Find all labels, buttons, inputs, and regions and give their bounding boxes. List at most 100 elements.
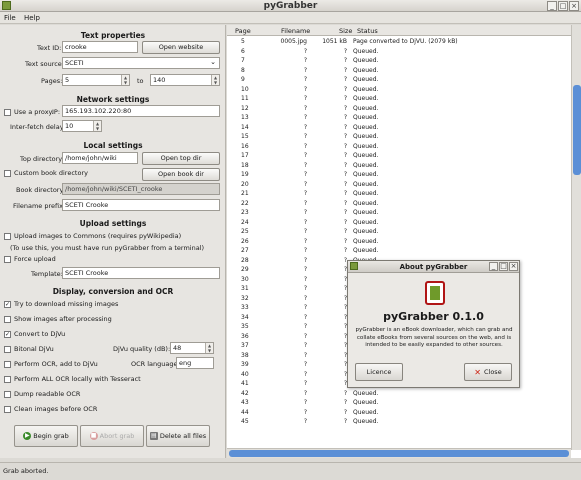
cell-page: 39 [241,361,249,368]
licence-button[interactable]: Licence [355,363,403,381]
cell-filename: ? [303,171,307,178]
cell-filename: ? [303,47,307,55]
proxy-ip-input[interactable]: 165.193.102.220:80 [62,105,220,117]
table-row[interactable]: 5 0005.jpg 1051 kB Page converted to DjVU. … [227,37,571,47]
custom-book-dir-checkbox[interactable] [4,170,11,177]
status-bar: Grab aborted. [0,462,581,480]
cell-page: 34 [241,313,249,321]
table-row[interactable]: 8?? Queued. [227,66,571,76]
cell-filename: ? [303,142,307,150]
ocr-locally-checkbox[interactable] [4,376,11,383]
upload-commons-checkbox[interactable] [4,233,11,240]
horizontal-scroll-thumb[interactable] [229,450,569,457]
clean-images-checkbox[interactable] [4,406,11,413]
force-upload-checkbox[interactable] [4,256,11,263]
cell-filename: ? [303,76,307,83]
table-row[interactable]: 18?? Queued. [227,161,571,171]
ocr-language-input[interactable]: eng [176,357,214,369]
cell-filename: 0005.jpg [280,38,307,45]
table-row[interactable]: 12?? Queued. [227,104,571,114]
close-about-button[interactable]: ✕ Close [464,363,512,381]
bitonal-djvu-label: Bitonal DjVu [14,345,54,353]
top-directory-input[interactable]: /home/john/wiki [62,152,138,164]
vertical-scroll-thumb[interactable] [573,85,581,175]
table-row[interactable]: 7?? Queued. [227,56,571,66]
table-row[interactable]: 27?? Queued. [227,246,571,256]
try-download-checkbox[interactable]: ✓ [4,301,11,308]
col-status-header[interactable]: Status [357,27,378,35]
table-row[interactable]: 14?? Queued. [227,123,571,133]
table-row[interactable]: 42?? Queued. [227,389,571,399]
djvu-quality-input[interactable]: 48 ▲ ▼ [170,342,214,354]
minimize-button[interactable]: _ [547,1,557,11]
cell-page: 31 [241,285,249,292]
begin-grab-button[interactable]: ▶ Begin grab [14,425,78,447]
convert-djvu-checkbox[interactable]: ✓ [4,331,11,338]
cell-filename: ? [303,180,307,188]
spin-arrows-icon[interactable]: ▲ ▼ [121,75,129,85]
maximize-button[interactable]: □ [558,1,568,11]
dialog-maximize-button[interactable]: □ [499,262,508,271]
spin-arrows-icon[interactable]: ▲ ▼ [211,75,219,85]
table-row[interactable]: 43?? Queued. [227,398,571,408]
table-row[interactable]: 26?? Queued. [227,237,571,247]
cell-page: 36 [241,332,249,340]
table-row[interactable]: 15?? Queued. [227,132,571,142]
pages-from-input[interactable]: 5 ▲ ▼ [62,74,130,86]
dialog-close-button[interactable]: × [509,262,518,271]
table-row[interactable]: 21?? Queued. [227,189,571,199]
table-row[interactable]: 20?? Queued. [227,180,571,190]
open-book-dir-button[interactable]: Open book dir [142,168,220,181]
cell-page: 43 [241,399,249,406]
vertical-scrollbar[interactable] [571,25,581,450]
open-website-button[interactable]: Open website [142,41,220,54]
spin-arrows-icon[interactable]: ▲ ▼ [93,121,101,131]
cell-status: Queued. [353,161,379,169]
table-row[interactable]: 24?? Queued. [227,218,571,228]
status-text: Grab aborted. [3,467,49,475]
table-row[interactable]: 16?? Queued. [227,142,571,152]
dump-readable-checkbox[interactable] [4,391,11,398]
table-row[interactable]: 25?? Queued. [227,227,571,237]
table-row[interactable]: 23?? Queued. [227,208,571,218]
text-id-input[interactable]: crooke [62,41,138,53]
horizontal-scrollbar[interactable] [227,448,571,458]
dialog-minimize-button[interactable]: _ [489,262,498,271]
table-row[interactable]: 10?? Queued. [227,85,571,95]
close-window-button[interactable]: × [569,1,579,11]
abort-grab-button[interactable]: ■ Abort grab [80,425,144,447]
table-row[interactable]: 17?? Queued. [227,151,571,161]
table-row[interactable]: 13?? Queued. [227,113,571,123]
use-proxy-checkbox[interactable] [4,109,11,116]
table-row[interactable]: 9?? Queued. [227,75,571,85]
open-top-dir-button[interactable]: Open top dir [142,152,220,165]
bitonal-djvu-checkbox[interactable] [4,346,11,353]
spin-arrows-icon[interactable]: ▲ ▼ [205,343,213,353]
show-images-checkbox[interactable] [4,316,11,323]
delay-input[interactable]: 10 ▲ ▼ [62,120,102,132]
table-row[interactable]: 45?? Queued. [227,417,571,427]
col-page-header[interactable]: Page [235,27,251,35]
table-row[interactable]: 19?? Queued. [227,170,571,180]
cell-size: ? [343,123,347,131]
table-row[interactable]: 22?? Queued. [227,199,571,209]
cell-page: 29 [241,266,249,273]
delete-all-button[interactable]: ▤ Delete all files [146,425,210,447]
table-row[interactable]: 11?? Queued. [227,94,571,104]
filename-prefix-input[interactable]: SCETI Crooke [62,199,220,211]
menu-help[interactable]: Help [24,14,40,22]
cell-page: 17 [241,152,249,159]
cell-page: 25 [241,228,249,235]
table-row[interactable]: 44?? Queued. [227,408,571,418]
pages-to-input[interactable]: 140 ▲ ▼ [150,74,220,86]
text-source-select[interactable]: SCETI ⌄ [62,57,220,69]
col-size-header[interactable]: Size [339,27,352,35]
menu-file[interactable]: File [4,14,16,22]
perform-ocr-checkbox[interactable] [4,361,11,368]
cell-size: ? [343,57,347,64]
table-row[interactable]: 6?? Queued. [227,47,571,57]
cell-page: 22 [241,199,249,207]
col-filename-header[interactable]: Filename [281,27,310,35]
template-input[interactable]: SCETI Crooke [62,267,220,279]
settings-panel: Text properties Text ID: crooke Open web… [0,25,226,458]
